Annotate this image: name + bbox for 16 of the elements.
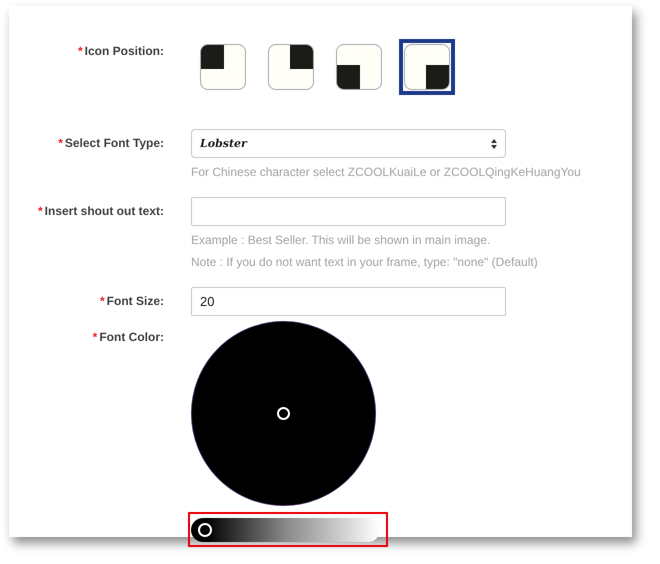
text-field[interactable] xyxy=(191,197,506,226)
field-label: * Insert shout out text: xyxy=(36,203,164,218)
font-select[interactable]: Lobster xyxy=(191,129,506,158)
help-text: Note : If you do not want text in your frame, type: "none" (Default) xyxy=(191,255,538,269)
help-text: For Chinese character select ZCOOLKuaiLe or ZCOOLQingKeHuangYou xyxy=(191,165,581,179)
help-text: Example : Best Seller. This will be shown in main image. xyxy=(191,233,492,247)
brightness-slider[interactable] xyxy=(191,518,380,542)
field-label: * Icon Position: xyxy=(76,44,164,58)
field-label: * Font Size: xyxy=(99,293,164,308)
field-label: * Select Font Type: xyxy=(57,135,164,150)
select-arrows-icon xyxy=(491,138,497,148)
field-label: * Font Color: xyxy=(92,330,164,344)
text-field[interactable]: 20 xyxy=(191,287,506,316)
slider-thumb[interactable] xyxy=(198,522,212,536)
color-wheel[interactable] xyxy=(191,321,376,506)
icon-position-option[interactable] xyxy=(399,39,455,95)
